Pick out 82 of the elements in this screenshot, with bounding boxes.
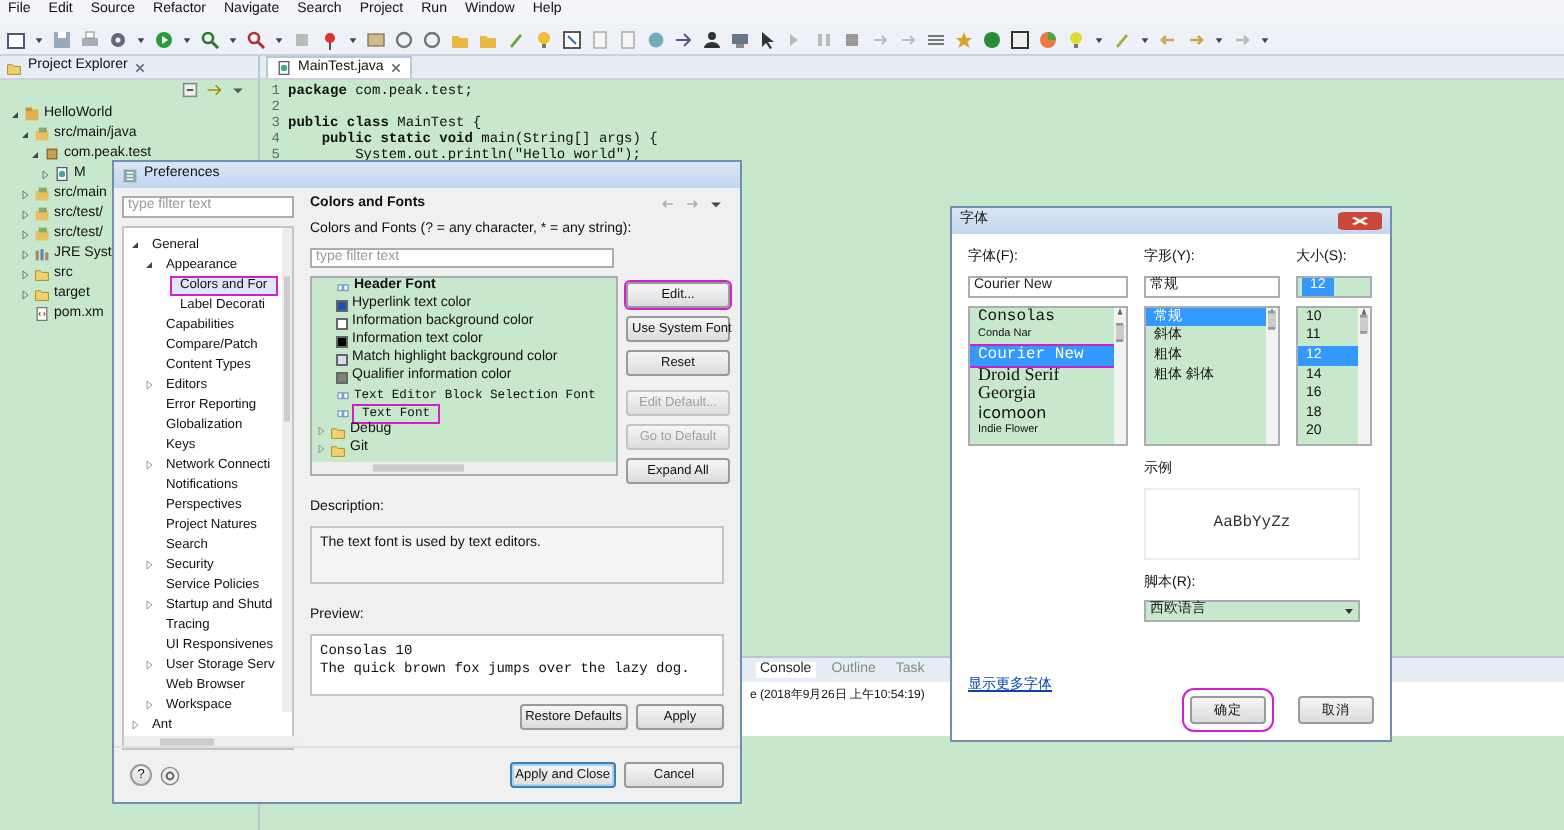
scrollbar [1114, 307, 1126, 444]
java-file-icon [54, 166, 70, 182]
globe-icon[interactable] [646, 29, 666, 49]
cursor-icon[interactable] [758, 29, 778, 49]
scrollbar [1358, 307, 1370, 444]
collapsed-arrow-icon[interactable] [143, 460, 153, 471]
gear-icon[interactable] [108, 29, 128, 49]
collapsed-arrow-icon[interactable] [129, 720, 139, 731]
search-icon[interactable] [200, 29, 220, 49]
settings-icon[interactable] [160, 765, 180, 785]
collapsed-arrow-icon[interactable] [143, 560, 153, 571]
collapse-icon[interactable] [182, 82, 198, 98]
collapsed-arrow-icon[interactable] [18, 189, 30, 199]
list-item[interactable]: Georgia [970, 384, 1114, 404]
collapsed-arrow-icon[interactable] [316, 426, 326, 437]
sample-box: AaBbYyZz [1144, 487, 1360, 559]
close-icon[interactable] [389, 62, 402, 74]
source-folder-icon [34, 186, 50, 202]
project-icon [24, 106, 40, 122]
back-icon[interactable] [1158, 29, 1178, 49]
monitor-icon[interactable] [730, 29, 750, 49]
collapsed-arrow-icon[interactable] [38, 169, 50, 179]
source-folder-icon [34, 206, 50, 222]
collapsed-arrow-icon[interactable] [18, 269, 30, 279]
list-icon[interactable] [926, 29, 946, 49]
collapsed-arrow-icon[interactable] [18, 229, 30, 239]
list-item[interactable]: Consolas [970, 307, 1114, 327]
source-folder-icon [34, 126, 50, 142]
font-icon [336, 388, 350, 403]
save-icon[interactable] [52, 29, 72, 49]
collapsed-arrow-icon[interactable] [18, 289, 30, 299]
arrow-icon[interactable] [674, 29, 694, 49]
collapsed-arrow-icon[interactable] [143, 600, 153, 611]
expanded-arrow-icon[interactable] [143, 260, 153, 271]
preferences-icon [122, 167, 138, 183]
link-icon[interactable] [206, 82, 222, 98]
bulb-icon[interactable] [534, 29, 554, 49]
expanded-arrow-icon[interactable] [8, 109, 20, 119]
close-button[interactable] [1338, 212, 1382, 230]
chart-icon[interactable] [1038, 29, 1058, 49]
forward-icon[interactable] [684, 196, 700, 213]
font-icon [336, 280, 350, 295]
circle-icon[interactable] [394, 29, 414, 49]
collapsed-arrow-icon[interactable] [143, 380, 153, 391]
brush-icon[interactable] [506, 29, 526, 49]
expanded-arrow-icon[interactable] [18, 129, 30, 139]
list-item[interactable]: icomoon [970, 403, 1114, 423]
printer-icon[interactable] [80, 29, 100, 49]
xml-file-icon [34, 306, 50, 322]
box-icon[interactable] [366, 29, 386, 49]
java-file-icon [276, 60, 292, 76]
stop-icon[interactable] [842, 29, 862, 49]
library-icon [34, 246, 50, 262]
menu-icon[interactable] [708, 196, 724, 213]
bulb-icon[interactable] [1066, 29, 1086, 49]
person-icon[interactable] [702, 29, 722, 49]
collapsed-arrow-icon[interactable] [143, 660, 153, 671]
caret-icon [1344, 606, 1354, 617]
run-icon[interactable] [154, 29, 174, 49]
collapsed-arrow-icon[interactable] [143, 700, 153, 711]
selection-icon[interactable] [562, 29, 582, 49]
source-folder-icon [34, 226, 50, 242]
window-icon[interactable] [6, 29, 26, 49]
forward-icon[interactable] [1186, 29, 1206, 49]
back-icon[interactable] [660, 196, 676, 213]
collapsed-arrow-icon[interactable] [316, 444, 326, 455]
collapsed-arrow-icon[interactable] [18, 209, 30, 219]
expanded-arrow-icon[interactable] [28, 149, 40, 159]
close-icon[interactable] [133, 61, 146, 73]
pin-icon[interactable] [320, 29, 340, 49]
list-item[interactable]: Droid Serif [970, 365, 1114, 385]
expanded-arrow-icon[interactable] [129, 240, 139, 251]
search-icon[interactable] [246, 29, 266, 49]
circle-icon[interactable] [422, 29, 442, 49]
package-icon [44, 146, 60, 162]
star-icon[interactable] [954, 29, 974, 49]
run-icon[interactable] [982, 29, 1002, 49]
pen-icon[interactable] [1112, 29, 1132, 49]
collapsed-arrow-icon[interactable] [18, 249, 30, 259]
window-icon[interactable] [1010, 29, 1030, 49]
scrollbar [1266, 307, 1278, 444]
font-icon [336, 406, 350, 421]
